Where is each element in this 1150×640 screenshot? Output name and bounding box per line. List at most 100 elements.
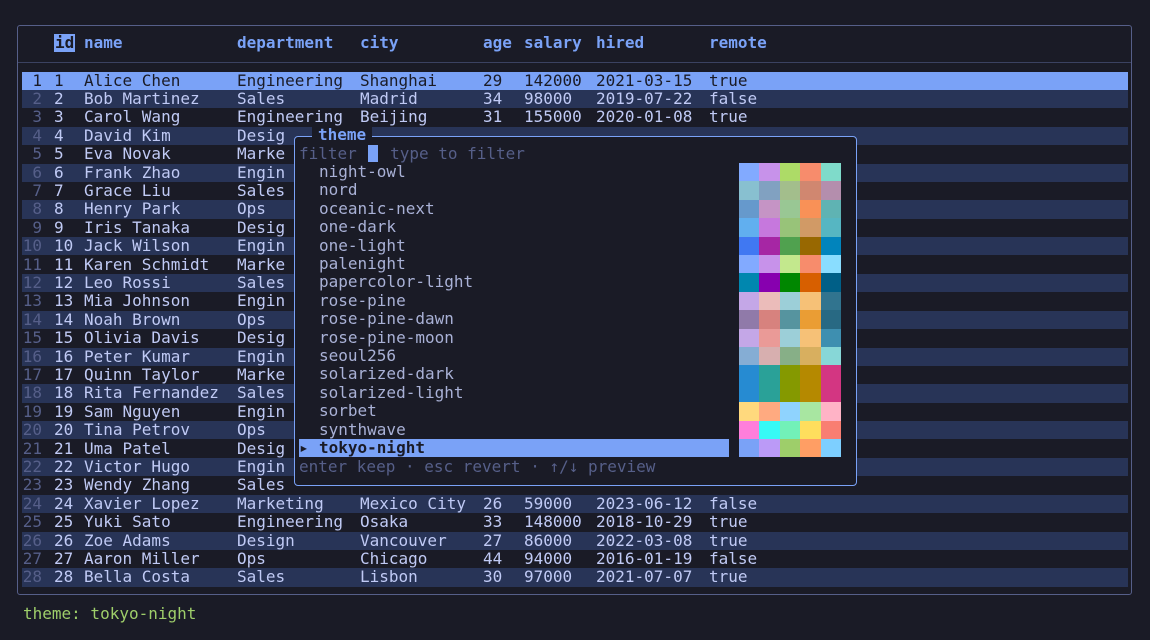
- theme-swatch-row: [739, 273, 841, 292]
- table-row[interactable]: 2 2 Bob Martinez Sales Madrid 34 98000 2019-07-…: [22, 88, 1128, 109]
- theme-option-solarized-dark[interactable]: solarized-dark: [299, 365, 729, 383]
- theme-option-night-owl[interactable]: night-owl: [299, 162, 729, 181]
- table-row[interactable]: 25 25 Yuki Sato Engineering Osaka 33 148000 201…: [22, 512, 1128, 532]
- line-number: 27: [22, 548, 42, 568]
- column-header-department[interactable]: department: [237, 33, 333, 52]
- theme-option-sorbet[interactable]: sorbet: [299, 401, 729, 420]
- theme-option-rose-pine-moon[interactable]: rose-pine-moon: [299, 328, 729, 347]
- theme-option-seoul256[interactable]: seoul256: [299, 346, 729, 365]
- table-row[interactable]: 28 28 Bella Costa Sales Lisbon 30 97000 2021-07…: [22, 567, 1128, 587]
- cell-id: 4: [54, 125, 64, 145]
- line-number: 16: [22, 346, 42, 366]
- color-swatch: [779, 347, 801, 366]
- cell-hired: 2016-01-19: [596, 548, 693, 568]
- cell-city: Beijing: [360, 107, 428, 127]
- color-swatch: [759, 420, 780, 439]
- column-header-id[interactable]: id: [54, 33, 76, 53]
- theme-option-one-light[interactable]: one-light: [299, 235, 729, 255]
- cell-department: Engin: [237, 456, 286, 476]
- cell-hired: 2020-01-08: [596, 107, 693, 127]
- color-swatch: [820, 439, 841, 458]
- color-swatch: [759, 236, 780, 255]
- cell-name: Leo Rossi: [84, 272, 171, 292]
- theme-option-label: one-light: [319, 235, 406, 255]
- color-swatch: [800, 255, 821, 274]
- color-swatch: [820, 402, 841, 421]
- cell-city: Mexico City: [360, 493, 466, 513]
- column-header-remote[interactable]: remote: [709, 33, 767, 52]
- cell-remote: false: [709, 548, 758, 568]
- column-header-salary[interactable]: salary: [524, 33, 582, 52]
- cell-department: Engin: [237, 291, 286, 311]
- color-swatch: [739, 273, 760, 292]
- color-swatch: [820, 181, 841, 200]
- cell-name: Bella Costa: [84, 567, 190, 587]
- table-row[interactable]: 3 3 Carol Wang Engineering Beijing 31 155000 20…: [22, 107, 1128, 127]
- color-swatch: [759, 255, 780, 274]
- theme-option-solarized-light[interactable]: solarized-light: [299, 382, 729, 402]
- color-swatch: [779, 383, 801, 403]
- cell-age: 34: [483, 88, 503, 108]
- theme-option-label: synthwave: [319, 419, 406, 439]
- cell-name: Uma Patel: [84, 438, 171, 458]
- theme-swatch-row: [739, 163, 841, 182]
- cell-salary: 86000: [524, 530, 573, 550]
- color-swatch: [800, 383, 821, 403]
- column-header-name[interactable]: name: [84, 33, 123, 52]
- table-row[interactable]: 24 24 Xavier Lopez Marketing Mexico City 26 59…: [22, 493, 1128, 514]
- color-swatch: [759, 181, 780, 200]
- cell-remote: false: [709, 88, 758, 108]
- theme-swatch-row: [739, 365, 841, 384]
- column-header-age[interactable]: age: [483, 33, 512, 52]
- theme-option-rose-pine-dawn[interactable]: rose-pine-dawn: [299, 309, 729, 328]
- column-header-city[interactable]: city: [360, 33, 399, 52]
- cell-city: Madrid: [360, 88, 418, 108]
- theme-option-oceanic-next[interactable]: oceanic-next: [299, 199, 729, 218]
- cell-name: Quinn Taylor: [84, 364, 200, 384]
- line-number: 28: [22, 567, 42, 587]
- table-row[interactable]: 27 27 Aaron Miller Ops Chicago 44 94000 2016-01…: [22, 548, 1128, 568]
- theme-option-nord[interactable]: nord: [299, 181, 729, 199]
- line-number: 20: [22, 420, 42, 440]
- theme-filter-input[interactable]: filter type to filter: [299, 144, 525, 163]
- line-number: 19: [22, 401, 42, 421]
- color-swatch: [759, 347, 780, 366]
- theme-option-label: solarized-light: [319, 382, 464, 402]
- cell-id: 26: [54, 530, 74, 550]
- cell-city: Vancouver: [360, 530, 447, 550]
- theme-option-papercolor-light[interactable]: papercolor-light: [299, 273, 729, 291]
- cell-name: Frank Zhao: [84, 162, 181, 182]
- table-row[interactable]: 1 1 Alice Chen Engineering Shanghai 29 142000 2…: [22, 70, 1128, 90]
- theme-option-synthwave[interactable]: synthwave: [299, 419, 729, 439]
- cell-city: Shanghai: [360, 70, 438, 90]
- cell-id: 20: [54, 420, 74, 440]
- theme-option-rose-pine[interactable]: rose-pine: [299, 291, 729, 310]
- color-swatch: [779, 255, 801, 274]
- line-number: 8: [32, 199, 42, 219]
- line-number: 18: [22, 383, 42, 403]
- color-swatch: [820, 236, 841, 255]
- theme-swatch-row: [739, 218, 841, 237]
- color-swatch: [779, 328, 801, 347]
- cell-id: 27: [54, 548, 74, 568]
- cell-department: Engin: [237, 401, 286, 421]
- color-swatch: [739, 199, 760, 219]
- theme-option-tokyo-night[interactable]: ▸ tokyo-night: [299, 438, 729, 458]
- theme-option-palenight[interactable]: palenight: [299, 254, 729, 273]
- theme-option-label: palenight: [319, 254, 406, 273]
- cell-hired: 2018-10-29: [596, 512, 693, 532]
- theme-option-one-dark[interactable]: one-dark: [299, 217, 729, 236]
- cell-name: Henry Park: [84, 199, 181, 219]
- column-header-hired[interactable]: hired: [596, 33, 644, 52]
- theme-swatch-row: [739, 383, 841, 403]
- theme-option-label: nord: [319, 180, 358, 200]
- cell-department: Marke: [237, 144, 286, 164]
- table-row[interactable]: 26 26 Zoe Adams Design Vancouver 27 86000 2022-…: [22, 530, 1128, 550]
- cell-name: Xavier Lopez: [84, 493, 200, 513]
- theme-swatch-row: [739, 255, 841, 274]
- color-swatch: [800, 402, 821, 421]
- color-swatch: [800, 328, 821, 347]
- cell-salary: 98000: [524, 88, 573, 108]
- color-swatch: [779, 420, 801, 439]
- cell-id: 19: [54, 401, 74, 421]
